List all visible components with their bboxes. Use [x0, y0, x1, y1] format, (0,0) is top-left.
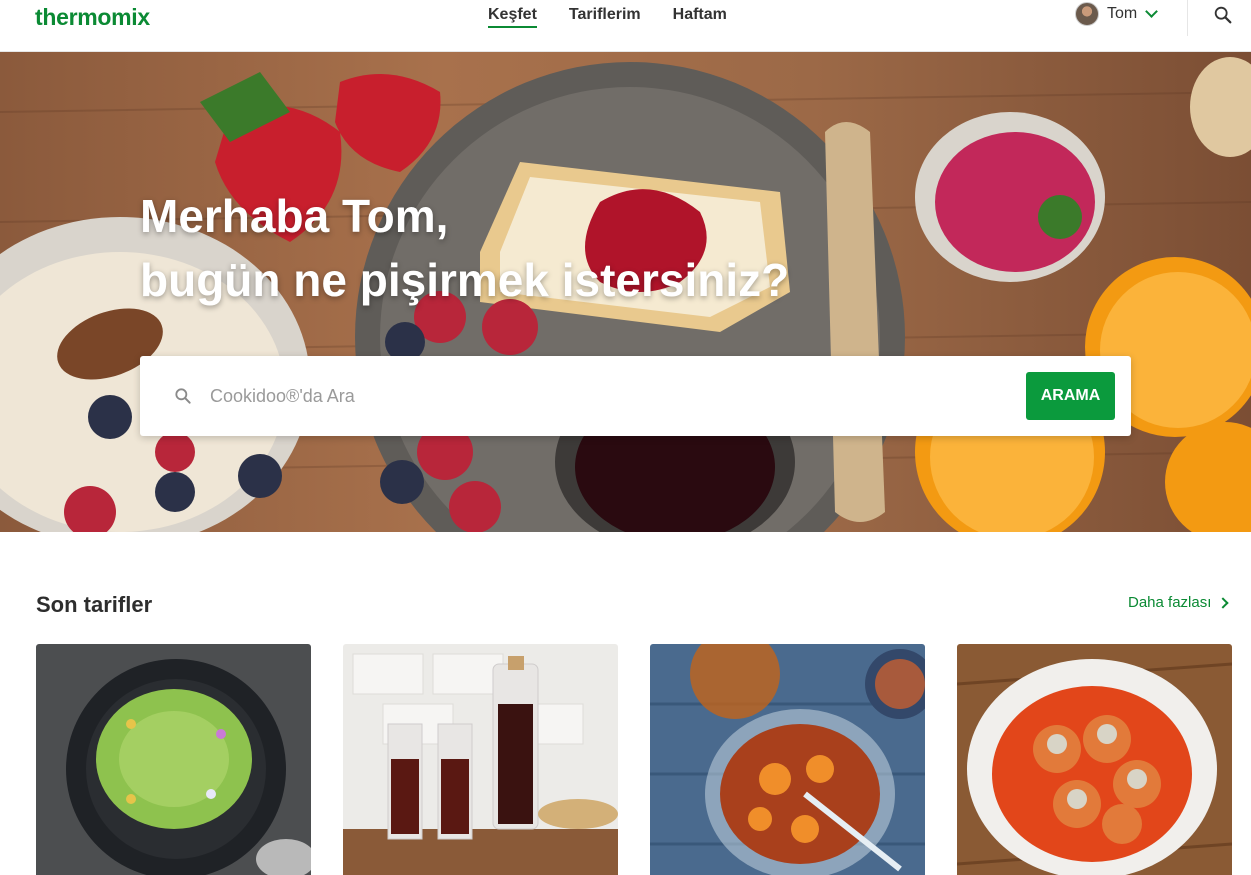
- search-icon: [175, 388, 191, 404]
- main-nav: Keşfet Tariflerim Haftam: [488, 6, 727, 28]
- section-title-recent: Son tarifler: [36, 592, 153, 617]
- thermomix-logo[interactable]: thermomix: [35, 4, 150, 31]
- recipe-card[interactable]: [650, 644, 925, 875]
- user-name: Tom: [1107, 5, 1138, 22]
- recipe-card[interactable]: [957, 644, 1232, 875]
- search-input[interactable]: [210, 376, 1010, 416]
- nav-kesfet[interactable]: Keşfet: [488, 6, 537, 28]
- recipe-card-list: [36, 644, 1232, 875]
- chevron-right-icon: [1217, 596, 1230, 609]
- hero-title-line2: bugün ne pişirmek istersiniz?: [140, 254, 790, 306]
- hero-title: Merhaba Tom, bugün ne pişirmek istersini…: [140, 184, 789, 312]
- avatar: [1075, 2, 1099, 26]
- top-header: thermomix Keşfet Tariflerim Haftam Tom: [0, 0, 1251, 52]
- search-box: ARAMA: [140, 356, 1131, 436]
- chevron-down-icon: [1145, 5, 1159, 18]
- hero-title-line1: Merhaba Tom,: [140, 190, 449, 242]
- recipe-image-syrup: [343, 644, 618, 875]
- search-button[interactable]: ARAMA: [1026, 372, 1115, 420]
- search-icon[interactable]: [1212, 4, 1234, 26]
- recipe-image-pea-puree: [36, 644, 311, 875]
- recipe-card[interactable]: [36, 644, 311, 875]
- nav-tariflerim[interactable]: Tariflerim: [569, 6, 641, 28]
- recipe-image-compote: [650, 644, 925, 875]
- user-menu[interactable]: Tom: [1075, 2, 1159, 26]
- header-divider: [1187, 0, 1188, 36]
- hero-banner: Merhaba Tom, bugün ne pişirmek istersini…: [0, 52, 1251, 532]
- recipe-card[interactable]: [343, 644, 618, 875]
- more-link-label: Daha fazlası: [1128, 594, 1212, 611]
- nav-haftam[interactable]: Haftam: [673, 6, 727, 28]
- more-link[interactable]: Daha fazlası: [1128, 594, 1230, 611]
- recipe-image-meatballs: [957, 644, 1232, 875]
